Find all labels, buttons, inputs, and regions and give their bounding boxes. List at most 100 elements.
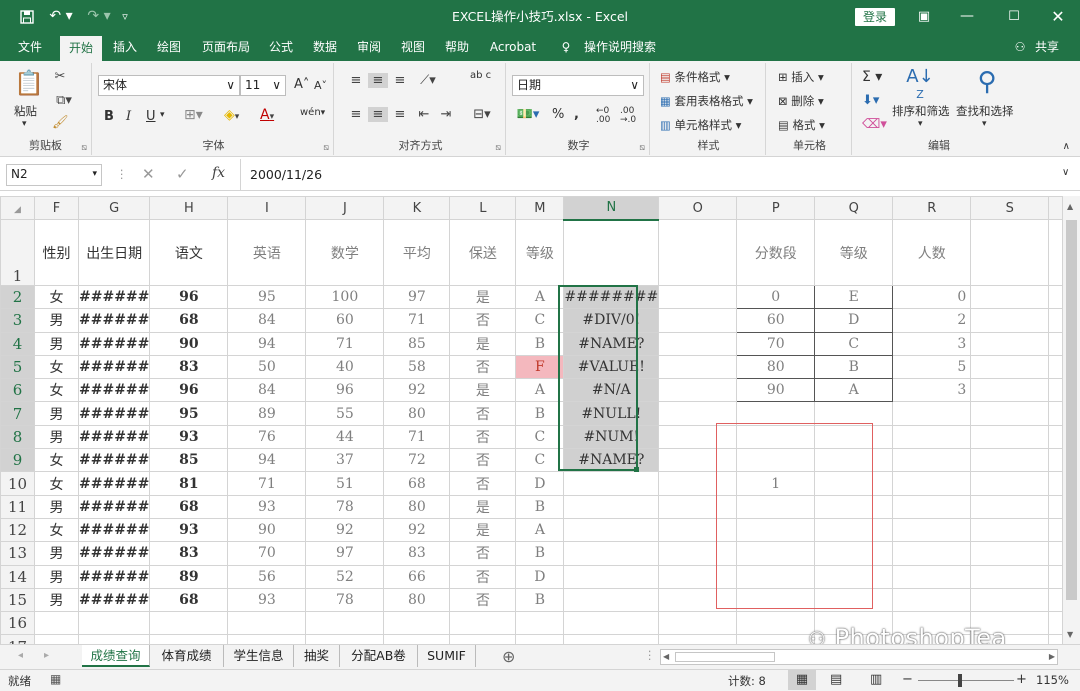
fill-icon[interactable]: ⬇▾: [862, 93, 879, 108]
clipboard-launcher-icon[interactable]: ⧅: [81, 143, 87, 153]
grade-r-cell[interactable]: 3: [892, 378, 972, 403]
cell-f[interactable]: 男: [34, 424, 79, 450]
cell-i[interactable]: [227, 611, 307, 636]
row-header[interactable]: 11: [0, 494, 35, 519]
cell-s[interactable]: [970, 308, 1050, 333]
cell-n[interactable]: #NUM!: [563, 424, 660, 450]
grade-q-cell[interactable]: A: [814, 378, 894, 403]
cell-s[interactable]: [970, 331, 1050, 356]
cell-r[interactable]: [892, 494, 972, 519]
select-all-corner[interactable]: ◢: [0, 196, 35, 220]
row-header[interactable]: 15: [0, 587, 35, 613]
font-size-select[interactable]: 11 ∨: [240, 75, 286, 96]
cell-n[interactable]: #DIV/0!: [563, 308, 660, 333]
row-header[interactable]: 16: [0, 611, 35, 636]
cell-j[interactable]: 71: [305, 331, 385, 356]
cell-f[interactable]: 男: [34, 308, 79, 333]
cell-m[interactable]: C: [515, 308, 565, 333]
cell-n[interactable]: #NULL!: [563, 401, 660, 426]
cell-q[interactable]: [814, 471, 894, 496]
cell-j[interactable]: 40: [305, 354, 385, 380]
cell-s[interactable]: [970, 401, 1050, 426]
cell-j[interactable]: 51: [305, 471, 385, 496]
cell-k[interactable]: 97: [383, 284, 451, 310]
cell-o[interactable]: [658, 494, 738, 519]
cell-f[interactable]: 女: [34, 448, 79, 473]
tell-me-search[interactable]: 操作说明搜索: [578, 33, 662, 61]
grade-q-cell[interactable]: C: [814, 331, 894, 356]
cell-n[interactable]: [563, 541, 660, 566]
cell-l[interactable]: 是: [449, 284, 517, 310]
cell-o[interactable]: [658, 541, 738, 566]
cell-g[interactable]: ######: [77, 517, 151, 543]
cell-p[interactable]: [736, 448, 816, 473]
cell-p[interactable]: [736, 611, 816, 636]
cell-p[interactable]: [736, 424, 816, 450]
fill-color-icon[interactable]: ◈▾: [224, 107, 239, 123]
scroll-down-icon[interactable]: ▼: [1067, 630, 1073, 639]
row-header[interactable]: 7: [0, 401, 35, 426]
cell-p[interactable]: [736, 564, 816, 589]
tab-draw[interactable]: 绘图: [150, 33, 188, 61]
collapse-ribbon-icon[interactable]: ∧: [1063, 141, 1070, 152]
cell-g[interactable]: ######: [77, 471, 151, 496]
cell-h[interactable]: 68: [149, 494, 229, 519]
cell-s[interactable]: [970, 494, 1050, 519]
tab-file[interactable]: 文件: [10, 33, 50, 61]
cell-s[interactable]: [970, 424, 1050, 450]
cell-n[interactable]: ########: [563, 284, 660, 310]
magnifier-icon[interactable]: ⚲: [972, 67, 1002, 97]
cell-i[interactable]: 76: [227, 424, 307, 450]
cell-s[interactable]: [970, 378, 1050, 403]
cell-s[interactable]: [970, 587, 1050, 613]
align-bottom-icon[interactable]: ≡: [390, 73, 410, 88]
cell-o[interactable]: [658, 587, 738, 613]
cell-j[interactable]: 55: [305, 401, 385, 426]
macro-record-icon[interactable]: ▦: [50, 672, 61, 686]
cell-styles-button[interactable]: ▥ 单元格样式 ▾: [660, 117, 741, 133]
cell-j[interactable]: 78: [305, 494, 385, 519]
cell-l[interactable]: 是: [449, 378, 517, 403]
column-header-q[interactable]: Q: [814, 196, 894, 220]
scroll-up-icon[interactable]: ▲: [1067, 202, 1073, 211]
cell-l[interactable]: 否: [449, 448, 517, 473]
cell-p[interactable]: [736, 494, 816, 519]
cell-n[interactable]: #NAME?: [563, 331, 660, 356]
paste-button[interactable]: 粘贴: [14, 103, 37, 119]
align-right-icon[interactable]: ≡: [390, 107, 410, 122]
wrap-text-icon[interactable]: ab c: [470, 71, 491, 81]
cell-m[interactable]: A: [515, 378, 565, 403]
cell-m[interactable]: B: [515, 331, 565, 356]
cell-i[interactable]: 94: [227, 448, 307, 473]
column-header-h[interactable]: H: [149, 196, 229, 220]
minimize-icon[interactable]: —: [955, 0, 979, 33]
cell-l[interactable]: 否: [449, 564, 517, 589]
cell-m[interactable]: D: [515, 471, 565, 496]
header-cell-i[interactable]: 英语: [227, 219, 307, 286]
grade-p-cell[interactable]: 70: [736, 331, 816, 356]
cell-n[interactable]: [563, 611, 660, 636]
vertical-scroll-thumb[interactable]: [1066, 220, 1077, 600]
decrease-decimal-icon[interactable]: .00 →.0: [620, 107, 636, 125]
sheet-tab-ab[interactable]: 分配AB卷: [340, 645, 418, 667]
close-icon[interactable]: ✕: [1046, 0, 1070, 33]
cell-s[interactable]: [970, 354, 1050, 380]
cell-j[interactable]: 78: [305, 587, 385, 613]
insert-cells-button[interactable]: ⊞ 插入 ▾: [778, 69, 824, 85]
format-as-table-button[interactable]: ▦ 套用表格格式 ▾: [660, 93, 753, 109]
cell-j[interactable]: [305, 634, 385, 644]
cell-m[interactable]: [515, 611, 565, 636]
cell-s[interactable]: [970, 284, 1050, 310]
cell-h[interactable]: 81: [149, 471, 229, 496]
scroll-right-icon[interactable]: ▶: [1049, 650, 1055, 664]
percent-button[interactable]: %: [552, 107, 564, 122]
cell-l[interactable]: 否: [449, 587, 517, 613]
cell-s[interactable]: [970, 517, 1050, 543]
cell-h[interactable]: 83: [149, 541, 229, 566]
cell-k[interactable]: 71: [383, 424, 451, 450]
header-cell-f[interactable]: 性别: [34, 219, 79, 286]
row-header[interactable]: 10: [0, 471, 35, 496]
cell-i[interactable]: 56: [227, 564, 307, 589]
cell-g[interactable]: ######: [77, 564, 151, 589]
sort-filter-button[interactable]: 排序和筛选: [892, 103, 950, 119]
